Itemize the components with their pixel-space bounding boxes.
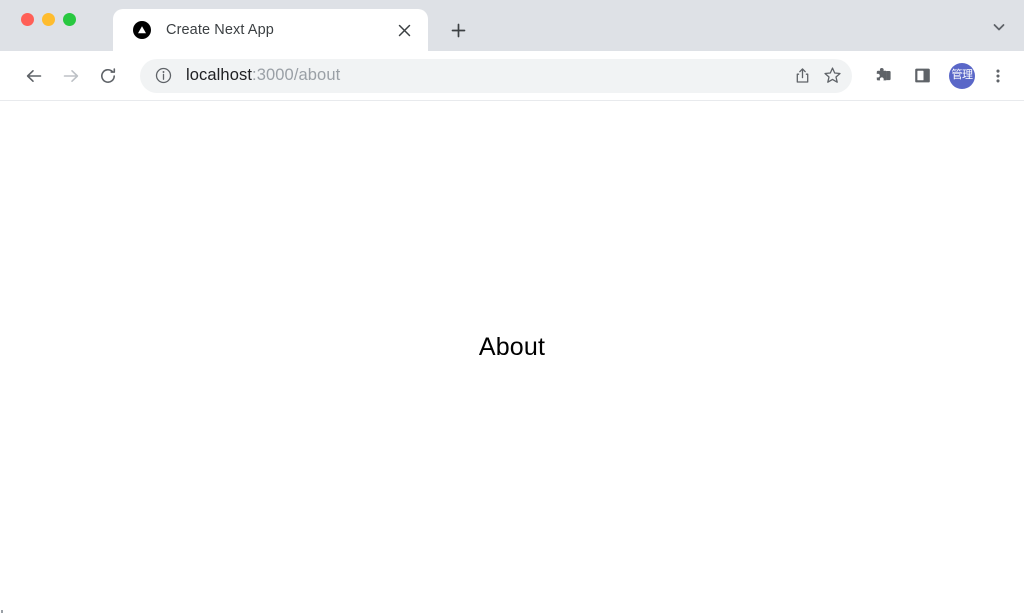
side-panel-button[interactable] xyxy=(906,60,938,92)
browser-window: Create Next App localhost:3000/about 管理 … xyxy=(0,0,1024,614)
window-controls xyxy=(0,0,76,51)
reload-button[interactable] xyxy=(92,60,124,92)
reload-icon xyxy=(101,67,116,83)
viewport-corner-mark xyxy=(1,610,3,613)
url-text[interactable]: localhost:3000/about xyxy=(186,66,788,85)
star-outline-icon[interactable] xyxy=(818,62,846,90)
avatar[interactable]: 管理 xyxy=(949,62,975,89)
arrow-left-icon xyxy=(26,69,42,82)
back-button[interactable] xyxy=(18,60,50,92)
page-viewport: About xyxy=(0,101,1024,614)
info-circle-icon[interactable] xyxy=(150,63,176,89)
tab-close-icon[interactable] xyxy=(392,18,416,42)
extensions-button[interactable] xyxy=(867,60,899,92)
address-bar[interactable]: localhost:3000/about xyxy=(140,58,852,93)
new-tab-button[interactable] xyxy=(443,15,473,45)
arrow-right-icon xyxy=(63,69,79,82)
nextjs-triangle-icon xyxy=(133,21,151,39)
tab-create-next-app[interactable]: Create Next App xyxy=(113,9,428,51)
forward-button[interactable] xyxy=(55,60,87,92)
chevron-down-icon xyxy=(993,24,1005,31)
tab-title: Create Next App xyxy=(166,22,274,38)
browser-toolbar: localhost:3000/about 管理 xyxy=(0,51,1024,101)
window-maximize-button[interactable] xyxy=(63,13,76,26)
share-icon[interactable] xyxy=(788,62,816,90)
puzzle-piece-icon xyxy=(876,68,891,81)
window-minimize-button[interactable] xyxy=(42,13,55,26)
tabs-area: Create Next App xyxy=(113,9,473,51)
tab-search-button[interactable] xyxy=(986,14,1012,40)
url-host: localhost xyxy=(186,66,253,84)
side-panel-icon xyxy=(914,68,930,83)
url-path: :3000/about xyxy=(252,66,341,84)
page-heading: About xyxy=(478,333,546,361)
tab-strip: Create Next App xyxy=(0,0,1024,51)
three-dots-vertical-icon xyxy=(996,69,1000,82)
plus-icon xyxy=(451,23,465,37)
window-close-button[interactable] xyxy=(21,13,34,26)
browser-menu-button[interactable] xyxy=(982,60,1014,92)
